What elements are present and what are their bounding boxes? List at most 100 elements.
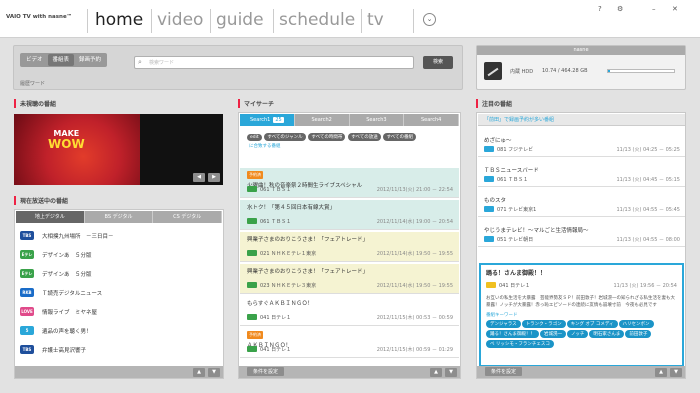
keyword-chip[interactable]: 岩城滉一 (540, 330, 566, 338)
scroll-down-arrow[interactable]: ▼ (445, 367, 457, 377)
keyword-chip[interactable]: 前田敦子 (625, 330, 652, 338)
result-meta: 041 日テレ１ 2012/11/15(木) 00:53 － 00:59 (247, 314, 453, 321)
channel-row[interactable]: LOVE 情報ライブ ミヤネ屋 (20, 303, 97, 320)
scroll-down-arrow[interactable]: ▼ (208, 367, 220, 377)
program-title: 情報ライブ ミヤネ屋 (42, 309, 98, 316)
search-tab-guide[interactable]: 番組表 (47, 54, 75, 66)
tab-search2[interactable]: Search2 (295, 114, 350, 126)
my-search-panel: Search1 25 Search2 Search3 Search4 edit す… (238, 112, 461, 379)
set-conditions-button[interactable]: 条件を設定 (247, 367, 285, 376)
time-chip[interactable]: すべての時間帯 (308, 133, 346, 141)
result-channel: 023 ＮＨＫＥテレ３東京 (260, 283, 317, 289)
keyword-chip[interactable]: キング オブ コメディ (566, 320, 618, 328)
search-result-row[interactable]: 興業子さまのおりこうさま！「フェアトレード」 023 ＮＨＫＥテレ３東京 2012/… (240, 264, 459, 294)
now-airing-footer: ▲ ▼ (15, 366, 223, 378)
edit-chip[interactable]: edit (247, 134, 262, 141)
close-icon[interactable]: ✕ (672, 5, 678, 13)
tab-cs[interactable]: CS デジタル (153, 211, 223, 223)
keyword-chip[interactable]: ベ リッシモ・フランチェスコ (486, 340, 554, 348)
channel-row[interactable]: TBS 大相撲九州場所 －三日目－ (20, 227, 114, 244)
channel-row[interactable]: RKB Ｔ読売デジタルニュース (20, 284, 102, 301)
result-date: 2012/11/14(水) 19:00 － 20:54 (376, 219, 453, 225)
search-input[interactable]: ⌕ 検索ワード (134, 56, 414, 69)
result-meta: 041 日テレ１ 2012/11/15(木) 00:59 － 01:29 (247, 346, 453, 353)
nav-tab-schedule[interactable]: schedule (279, 10, 355, 30)
next-arrow[interactable]: ▶ (208, 173, 220, 182)
preview-pager: ◀ ▶ (193, 173, 220, 182)
search-tab-video[interactable]: ビデオ (21, 54, 48, 66)
tab-search4[interactable]: Search4 (404, 114, 459, 126)
keyword-chip[interactable]: 明石家さんま (589, 330, 625, 338)
channel-logo-icon: 5 (20, 326, 34, 335)
featured-row[interactable]: ＴＢＳニュースバード 061 ＴＢＳ１ 11/13 (火) 04:45 － 05:1… (478, 163, 685, 187)
hdd-usage-text: 10.74 / 464.28 GB (542, 68, 588, 74)
featured-row[interactable]: やじうまテレビ！～マルごと生活情報局～ 051 テレビ朝日 11/13 (火) 04… (478, 223, 685, 247)
keyword-chip[interactable]: ノッチ (567, 330, 589, 338)
channel-logo-icon (247, 186, 257, 192)
nav-tab-tv[interactable]: tv (367, 10, 384, 30)
divider (361, 9, 362, 33)
search-button[interactable]: 検索 (423, 56, 453, 69)
keyword-chip[interactable]: デンジャラス (486, 320, 521, 328)
channel-logo-icon (247, 346, 257, 352)
scroll-up-arrow[interactable]: ▲ (430, 367, 442, 377)
program-chip[interactable]: すべての番組 (383, 133, 416, 141)
featured-row[interactable]: めざにゅ～ 081 フジテレビ 11/13 (火) 04:25 － 05:25 (478, 133, 685, 157)
my-search-title: マイサーチ (238, 99, 274, 108)
unwatched-title: 未視聴の番組 (14, 99, 56, 108)
channel-logo-icon: TBS (20, 231, 34, 240)
channel-row[interactable]: 5 遺品の声を聴く男！ (20, 322, 92, 339)
help-icon[interactable]: ? (598, 5, 602, 13)
genre-chip[interactable]: すべてのジャンル (264, 133, 306, 141)
nav-tab-home[interactable]: home (95, 10, 143, 30)
channel-row[interactable]: TBS 弁護士高見沢響子 (20, 341, 86, 358)
featured-channel: 061 ＴＢＳ１ (497, 177, 529, 183)
featured-meta: 061 ＴＢＳ１ 11/13 (火) 04:45 － 05:15 (484, 176, 680, 183)
set-conditions-button[interactable]: 条件を設定 (485, 367, 523, 376)
tab-search1[interactable]: Search1 25 (240, 114, 295, 126)
my-search-footer: 条件を設定 ▲ ▼ (239, 366, 460, 378)
reserved-badge: 予約済 (247, 331, 263, 339)
detail-channel: 041 日テレ１ (499, 283, 531, 289)
search-tab-recording[interactable]: 録画予約 (74, 54, 106, 66)
broadcast-chip[interactable]: すべての放送 (348, 133, 381, 141)
search-result-row[interactable]: もらすぐＡＫＢＩＮＧＯ！ 041 日テレ１ 2012/11/15(木) 00:53 … (240, 296, 459, 326)
channel-logo-icon (247, 314, 257, 320)
search-result-row[interactable]: 予約済 ＡＫＢＩＮＧＯ！ 041 日テレ１ 2012/11/15(木) 00:59 －… (240, 328, 459, 358)
unwatched-preview[interactable]: MAKE WOW ◀ ▶ (14, 114, 223, 185)
program-thumbnail[interactable]: MAKE WOW (14, 114, 140, 185)
featured-channel: 071 テレビ東京1 (497, 207, 537, 213)
scroll-down-arrow[interactable]: ▼ (670, 367, 682, 377)
featured-meta: 071 テレビ東京1 11/13 (火) 04:55 － 05:45 (484, 206, 680, 213)
keyword-chip[interactable]: ハリセンボン (618, 320, 654, 328)
now-airing-panel: 地上デジタル BS デジタル CS デジタル TBS 大相撲九州場所 －三日目－ E… (14, 209, 224, 379)
app-brand: VAIO TV with nasne™ (6, 14, 73, 20)
nav-tab-guide[interactable]: guide (216, 10, 264, 30)
tab-search3[interactable]: Search3 (350, 114, 405, 126)
search-history-label[interactable]: 履歴ワード (20, 80, 45, 87)
tab-terrestrial[interactable]: 地上デジタル (16, 211, 85, 223)
prev-arrow[interactable]: ◀ (193, 173, 205, 182)
tab-bs[interactable]: BS デジタル (85, 211, 154, 223)
minimize-icon[interactable]: – (652, 5, 656, 13)
settings-icon[interactable]: ⚙ (617, 5, 623, 13)
chevron-down-icon[interactable]: ⌄ (423, 13, 436, 26)
channel-logo-icon (484, 146, 494, 152)
channel-row[interactable]: Eテレ デザインあ ５分版 (20, 246, 92, 263)
featured-program-title: ものスタ (484, 198, 507, 204)
channel-row[interactable]: Eテレ デザインあ ５分版 (20, 265, 92, 282)
featured-detail-card[interactable]: 踊る！さんま御殿！！ 041 日テレ１ 11/13 (火) 19:56 － 20… (479, 263, 684, 367)
scroll-up-arrow[interactable]: ▲ (193, 367, 205, 377)
result-meta: 021 ＮＨＫＥテレ１東京 2012/11/14(水) 19:50 － 19:55 (247, 250, 453, 257)
featured-date: 11/13 (火) 04:55 － 05:45 (616, 207, 681, 213)
featured-row[interactable]: ものスタ 071 テレビ東京1 11/13 (火) 04:55 － 05:45 (478, 193, 685, 217)
featured-title: 注目の番組 (476, 99, 512, 108)
search-result-row[interactable]: 予約済 火曜曲！秋の音楽祭２時間生ライブスペシャル 061 ＴＢＳ１ 2012/11/… (240, 168, 459, 198)
search-result-row[interactable]: 水トク！「第４５回日本有線大賞」 061 ＴＢＳ１ 2012/11/14(水) 19… (240, 200, 459, 230)
device-title: nasne (477, 46, 685, 55)
nav-tab-video[interactable]: video (157, 10, 203, 30)
keyword-chip[interactable]: 踊る！さんま御殿！！ (486, 330, 539, 338)
keyword-chip[interactable]: トランク・ラゴン (521, 320, 566, 328)
scroll-up-arrow[interactable]: ▲ (655, 367, 667, 377)
search-result-row[interactable]: 興業子さまのおりこうさま！「フェアトレード」 021 ＮＨＫＥテレ１東京 2012/… (240, 232, 459, 262)
